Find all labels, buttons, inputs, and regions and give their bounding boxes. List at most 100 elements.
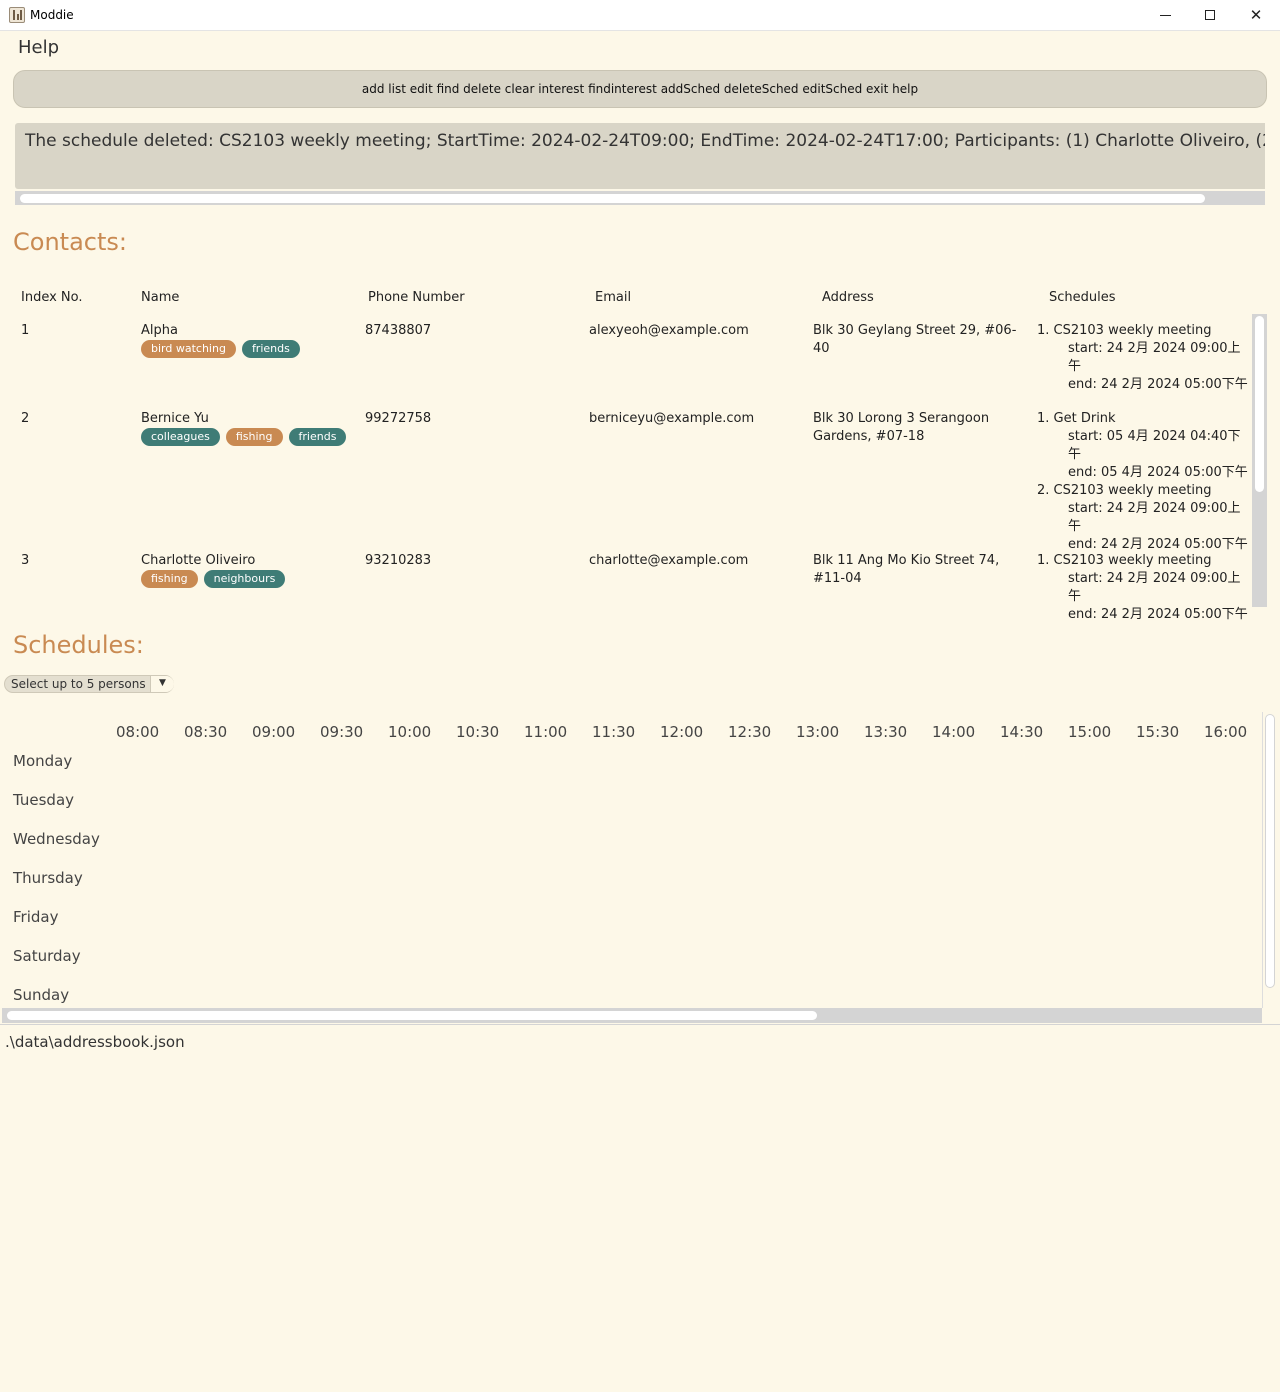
contact-index: 2 xyxy=(21,411,30,426)
day-label: Thursday xyxy=(13,869,83,887)
schedule-start: start: 24 2月 2024 09:00上午 xyxy=(1068,571,1241,604)
header-index: Index No. xyxy=(21,290,83,305)
schedule-title: 1. CS2103 weekly meeting xyxy=(1037,553,1212,568)
result-display: The schedule deleted: CS2103 weekly meet… xyxy=(15,123,1265,189)
day-label: Tuesday xyxy=(13,791,75,809)
result-text: The schedule deleted: CS2103 weekly meet… xyxy=(25,131,1265,151)
schedule-title: 1. CS2103 weekly meeting xyxy=(1037,323,1212,338)
time-label: 09:00 xyxy=(252,723,296,741)
time-label: 15:00 xyxy=(1068,723,1112,741)
contact-schedule: 1. Get Drink start: 05 4月 2024 04:40下午 e… xyxy=(1037,410,1252,554)
day-label: Saturday xyxy=(13,947,81,965)
schedule-start: start: 24 2月 2024 09:00上午 xyxy=(1068,501,1241,534)
header-email: Email xyxy=(595,290,632,305)
contact-tags: colleagues fishing friends xyxy=(141,428,347,446)
contact-email: alexyeoh@example.com xyxy=(589,323,749,338)
schedule-end: end: 05 4月 2024 05:00下午 xyxy=(1068,465,1248,480)
contacts-scroll-thumb[interactable] xyxy=(1255,316,1264,492)
data-file-path: .\data\addressbook.json xyxy=(5,1033,185,1051)
contact-row[interactable]: 1 Alpha bird watching friends 87438807 a… xyxy=(0,322,1252,410)
schedule-end: end: 24 2月 2024 05:00下午 xyxy=(1068,377,1248,392)
contact-phone: 99272758 xyxy=(365,411,432,426)
time-label: 14:00 xyxy=(932,723,976,741)
timeline-horizontal-scrollbar[interactable] xyxy=(2,1008,1262,1023)
contact-name: Charlotte Oliveiro xyxy=(141,553,256,568)
status-bar: .\data\addressbook.json xyxy=(0,1024,1280,1392)
day-label: Friday xyxy=(13,908,59,926)
schedule-start: start: 05 4月 2024 04:40下午 xyxy=(1068,429,1241,462)
time-label: 13:30 xyxy=(864,723,908,741)
tag-badge: bird watching xyxy=(141,340,236,358)
contact-row[interactable]: 2 Bernice Yu colleagues fishing friends … xyxy=(0,410,1252,552)
timeline-vscroll-thumb[interactable] xyxy=(1265,714,1275,988)
minimize-icon xyxy=(1160,15,1171,16)
chevron-down-icon[interactable]: ▼ xyxy=(150,676,174,692)
contact-email: berniceyu@example.com xyxy=(589,411,755,426)
close-button[interactable]: ✕ xyxy=(1233,0,1279,31)
tag-badge: neighbours xyxy=(203,570,286,588)
time-label: 12:00 xyxy=(660,723,704,741)
contact-tags: bird watching friends xyxy=(141,340,300,358)
tag-badge: friends xyxy=(241,340,300,358)
result-horizontal-scrollbar[interactable] xyxy=(15,191,1265,205)
result-scroll-thumb[interactable] xyxy=(20,194,1205,203)
contact-address: Blk 30 Lorong 3 Serangoon Gardens, #07-1… xyxy=(813,411,990,444)
contact-name: Bernice Yu xyxy=(141,411,209,426)
time-label: 08:00 xyxy=(116,723,160,741)
time-label: 11:30 xyxy=(592,723,636,741)
time-label: 11:00 xyxy=(524,723,568,741)
tag-badge: colleagues xyxy=(141,428,220,446)
schedule-title: 1. Get Drink xyxy=(1037,411,1116,426)
maximize-icon xyxy=(1205,10,1215,20)
command-box xyxy=(13,70,1267,108)
schedules-title: Schedules: xyxy=(13,631,144,659)
close-icon: ✕ xyxy=(1249,6,1263,24)
contacts-vertical-scrollbar[interactable] xyxy=(1252,314,1267,607)
contacts-title: Contacts: xyxy=(13,228,127,256)
contact-schedule: 1. CS2103 weekly meeting start: 24 2月 20… xyxy=(1037,552,1252,624)
contact-email: charlotte@example.com xyxy=(589,553,749,568)
time-label: 16:00 xyxy=(1204,723,1248,741)
header-phone: Phone Number xyxy=(368,290,465,305)
tag-badge: fishing xyxy=(225,428,283,446)
title-bar: Moddie ✕ xyxy=(0,0,1280,31)
person-select-label: Select up to 5 persons xyxy=(11,677,146,691)
contact-phone: 93210283 xyxy=(365,553,432,568)
contact-name: Alpha xyxy=(141,323,178,338)
tag-badge: fishing xyxy=(141,570,198,588)
time-label: 10:00 xyxy=(388,723,432,741)
schedule-end: end: 24 2月 2024 05:00下午 xyxy=(1068,607,1248,622)
minimize-button[interactable] xyxy=(1142,0,1188,31)
contact-address: Blk 30 Geylang Street 29, #06-40 xyxy=(813,323,1017,356)
schedule-start: start: 24 2月 2024 09:00上午 xyxy=(1068,341,1241,374)
time-label: 14:30 xyxy=(1000,723,1044,741)
contact-tags: fishing neighbours xyxy=(141,570,286,588)
day-label: Monday xyxy=(13,752,73,770)
contact-index: 3 xyxy=(21,553,30,568)
contact-phone: 87438807 xyxy=(365,323,432,338)
header-name: Name xyxy=(141,290,180,305)
schedule-timeline: 08:00 08:30 09:00 09:30 10:00 10:30 11:0… xyxy=(0,712,1262,1008)
timeline-hscroll-thumb[interactable] xyxy=(7,1011,817,1020)
contact-row[interactable]: 3 Charlotte Oliveiro fishing neighbours … xyxy=(0,552,1252,622)
time-label: 10:30 xyxy=(456,723,500,741)
header-address: Address xyxy=(822,290,874,305)
contact-schedule: 1. CS2103 weekly meeting start: 24 2月 20… xyxy=(1037,322,1252,394)
maximize-button[interactable] xyxy=(1187,0,1233,31)
contact-address: Blk 11 Ang Mo Kio Street 74, #11-04 xyxy=(813,553,1000,586)
time-label: 08:30 xyxy=(184,723,228,741)
time-label: 09:30 xyxy=(320,723,364,741)
contact-index: 1 xyxy=(21,323,30,338)
timeline-vertical-scrollbar[interactable] xyxy=(1262,712,1277,1008)
command-input[interactable] xyxy=(14,71,1266,107)
tag-badge: friends xyxy=(288,428,347,446)
schedule-title: 2. CS2103 weekly meeting xyxy=(1037,483,1212,498)
header-schedules: Schedules xyxy=(1049,290,1116,305)
time-label: 12:30 xyxy=(728,723,772,741)
person-select-dropdown[interactable]: Select up to 5 persons ▼ xyxy=(4,675,174,693)
window-title: Moddie xyxy=(30,8,74,22)
day-label: Sunday xyxy=(13,986,70,1004)
time-label: 15:30 xyxy=(1136,723,1180,741)
day-label: Wednesday xyxy=(13,830,100,848)
menu-help[interactable]: Help xyxy=(18,37,59,58)
